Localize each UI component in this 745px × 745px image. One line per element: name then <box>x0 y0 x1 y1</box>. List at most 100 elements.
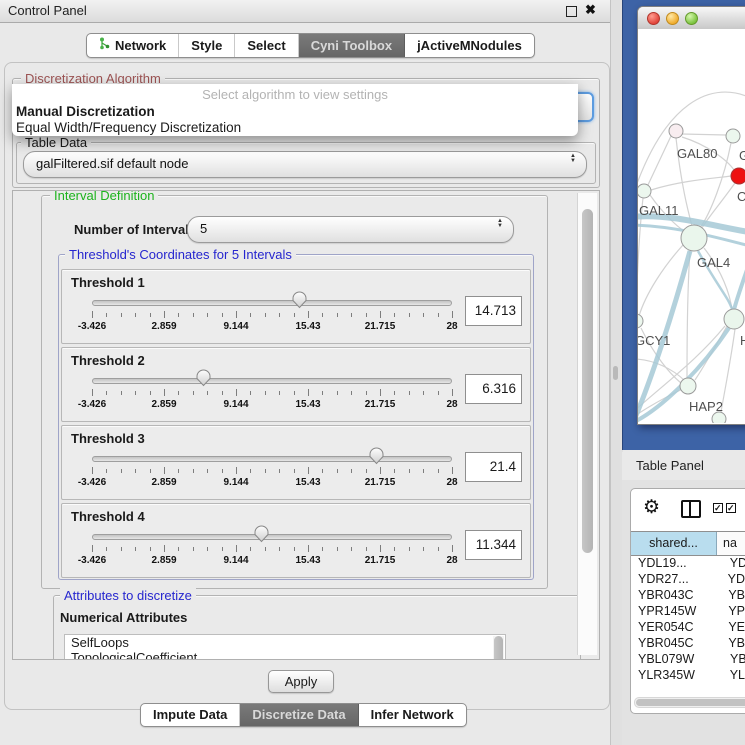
table-horizontal-scrollbar[interactable] <box>634 697 745 708</box>
threshold-slider[interactable]: -3.4262.8599.14415.4321.71528 <box>92 370 452 418</box>
slider-track[interactable] <box>92 534 452 540</box>
gear-icon[interactable]: ⚙ <box>643 496 660 519</box>
tab-select[interactable]: Select <box>235 34 298 57</box>
tick-mark <box>279 547 280 551</box>
slider-thumb-icon[interactable] <box>369 447 384 468</box>
tick-label: 15.43 <box>295 477 320 488</box>
scrollbar-track[interactable] <box>577 193 597 655</box>
minimize-traffic-light-icon[interactable] <box>666 12 679 25</box>
checkbox-icon[interactable]: ✓ <box>726 503 736 513</box>
network-edge[interactable] <box>687 251 690 378</box>
tick-mark <box>92 467 93 474</box>
numerical-attributes-list[interactable]: SelfLoopsTopologicalCoefficientBetweenne… <box>64 634 506 660</box>
cell-shared-name: YBR043C <box>631 588 721 604</box>
network-edge[interactable] <box>734 261 745 310</box>
tick-mark <box>222 547 223 551</box>
table-row[interactable]: YIL052CYIL0 <box>631 684 745 686</box>
node-red[interactable] <box>731 168 745 184</box>
node-gal11[interactable] <box>638 184 651 198</box>
tab-impute-data[interactable]: Impute Data <box>141 704 240 726</box>
tick-mark <box>265 313 266 317</box>
number-of-intervals-spinner[interactable]: 5 ▲▼ <box>187 216 514 243</box>
threshold-slider[interactable]: -3.4262.8599.14415.4321.71528 <box>92 448 452 496</box>
node-gal80[interactable] <box>669 124 683 138</box>
tab-label: Network <box>115 38 166 53</box>
threshold-slider[interactable]: -3.4262.8599.14415.4321.71528 <box>92 526 452 574</box>
attribute-list-item[interactable]: TopologicalCoefficient <box>65 650 505 660</box>
node-gal4[interactable] <box>681 225 707 251</box>
threshold-value-field[interactable]: 21.4 <box>465 452 522 482</box>
tab-cyni-toolbox[interactable]: Cyni Toolbox <box>299 34 405 57</box>
table-row[interactable]: YPR145WYPR1 <box>631 604 745 620</box>
scrollbar-thumb[interactable] <box>582 209 593 553</box>
slider-track[interactable] <box>92 378 452 384</box>
tab-network[interactable]: Network <box>87 34 179 57</box>
dropdown-option[interactable]: Equal Width/Frequency Discretization <box>12 120 578 136</box>
checkbox-icon[interactable]: ✓ <box>713 503 723 513</box>
close-icon[interactable]: ✖ <box>585 2 596 18</box>
threshold-box: Threshold 4-3.4262.8599.14415.4321.71528… <box>61 503 531 578</box>
table-row[interactable]: YBL079WYBL0 <box>631 652 745 668</box>
slider-thumb-icon[interactable] <box>292 291 307 312</box>
tick-mark <box>452 311 453 318</box>
column-header-name[interactable]: na <box>717 532 745 555</box>
divider-handle[interactable] <box>613 366 618 380</box>
network-edge[interactable] <box>647 136 671 187</box>
tab-infer-network[interactable]: Infer Network <box>359 704 466 726</box>
tab-style[interactable]: Style <box>179 34 235 57</box>
zoom-traffic-light-icon[interactable] <box>685 12 698 25</box>
threshold-value-field[interactable]: 11.344 <box>465 530 522 560</box>
network-window-titlebar[interactable] <box>638 7 745 30</box>
cell-name: YDL1 <box>723 556 745 572</box>
tab-jactivemnodules[interactable]: jActiveMNodules <box>405 34 534 57</box>
table-row[interactable]: YBR045CYBR0 <box>631 636 745 652</box>
tick-mark <box>380 467 381 474</box>
threshold-box: Threshold 1-3.4262.8599.14415.4321.71528… <box>61 269 531 344</box>
tick-mark <box>193 547 194 551</box>
tick-mark <box>164 545 165 552</box>
table-row[interactable]: YDR27...YDR2 <box>631 572 745 588</box>
apply-button[interactable]: Apply <box>268 670 334 693</box>
threshold-value-field[interactable]: 6.316 <box>465 374 522 404</box>
slider-thumb-icon[interactable] <box>254 525 269 546</box>
close-traffic-light-icon[interactable] <box>647 12 660 25</box>
tick-mark <box>265 547 266 551</box>
network-canvas[interactable]: GAL80GACGAL11GAL4GCY1HHAP2 <box>638 29 745 423</box>
node-top-right[interactable] <box>726 129 740 143</box>
float-window-icon[interactable] <box>566 6 577 17</box>
network-edge[interactable] <box>721 329 735 412</box>
slider-thumb-icon[interactable] <box>196 369 211 390</box>
table-data-combobox[interactable]: galFiltered.sif default node ▲▼ <box>23 151 587 178</box>
tick-mark <box>452 545 453 552</box>
node-hap2[interactable] <box>680 378 696 394</box>
tick-mark <box>265 391 266 395</box>
tick-mark <box>351 469 352 473</box>
network-edge[interactable] <box>682 134 726 135</box>
tick-label: 2.859 <box>151 477 176 488</box>
attribute-list-item[interactable]: SelfLoops <box>65 635 505 650</box>
table-row[interactable]: YBR043CYBR0 <box>631 588 745 604</box>
tick-label: 28 <box>446 321 457 332</box>
attributes-list-scrollbar[interactable] <box>493 636 504 660</box>
node-bottom[interactable] <box>712 412 726 423</box>
slider-track[interactable] <box>92 456 452 462</box>
tick-mark <box>150 313 151 317</box>
node-h[interactable] <box>724 309 744 329</box>
tab-discretize-data[interactable]: Discretize Data <box>240 704 358 726</box>
tab-label: Cyni Toolbox <box>311 38 392 53</box>
tick-mark <box>438 313 439 317</box>
dropdown-prompt: Select algorithm to view settings <box>12 84 578 104</box>
tick-mark <box>178 313 179 317</box>
dropdown-option[interactable]: Manual Discretization <box>12 104 578 120</box>
node-gcy1[interactable] <box>638 314 643 328</box>
table-row[interactable]: YER054CYER0 <box>631 620 745 636</box>
table-data-selected-value: galFiltered.sif default node <box>36 156 188 171</box>
slider-track[interactable] <box>92 300 452 306</box>
column-header-shared-name[interactable]: shared... <box>631 532 717 555</box>
split-columns-icon[interactable] <box>681 500 701 518</box>
table-row[interactable]: YLR345WYLR3 <box>631 668 745 684</box>
threshold-slider[interactable]: -3.4262.8599.14415.4321.71528 <box>92 292 452 340</box>
threshold-value-field[interactable]: 14.713 <box>465 296 522 326</box>
table-row[interactable]: YDL19...YDL1 <box>631 556 745 572</box>
tick-mark <box>409 313 410 317</box>
